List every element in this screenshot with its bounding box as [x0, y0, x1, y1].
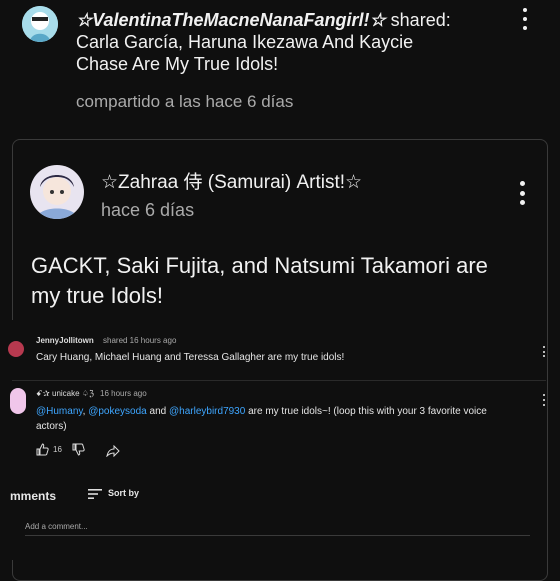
separator: and: [146, 406, 169, 417]
comments-header-title: mments: [10, 489, 57, 503]
inner-comment-text: @Humany, @pokeysoda and @harleybird7930 …: [36, 404, 536, 434]
post-time: hace 6 días: [101, 200, 195, 220]
shared-post-title-2: Chase Are My True Idols!: [76, 54, 279, 74]
post-author-avatar[interactable]: [30, 165, 84, 219]
inner-comment-line2: actors): [36, 421, 67, 432]
post-menu-dots-icon[interactable]: [519, 181, 525, 205]
sharer-avatar[interactable]: [22, 6, 58, 42]
mention-humany: @Humany: [36, 406, 83, 417]
shared-time: compartido a las hace 6 días: [76, 92, 294, 111]
preview-avatar: [8, 341, 24, 357]
post-author-name[interactable]: ☆Zahraa 侍 (Samurai) Artist!☆: [101, 167, 362, 194]
add-comment-input: Add a comment...: [25, 522, 530, 536]
preview-meta: shared 16 hours ago: [103, 336, 177, 345]
sort-icon: [88, 487, 102, 505]
sharer-avatar-image: [22, 6, 58, 42]
inner-comment-menu-dots-icon: [542, 394, 545, 406]
divider: [12, 380, 546, 381]
inner-comment-author: ꗃ✰ unicake ♤ℨ: [36, 389, 94, 398]
preview-author: JennyJollitown: [36, 336, 94, 345]
sharer-name[interactable]: ☆ValentinaTheMacneNanaFangirl!☆: [76, 10, 386, 30]
sort-by-label: Sort by: [108, 488, 140, 498]
shared-post-title-1: Carla García, Haruna Ikezawa And Kaycie: [76, 32, 414, 52]
post-text-line2: my true Idols!: [31, 283, 164, 308]
share-title-line1: ☆ValentinaTheMacneNanaFangirl!☆ shared:: [76, 9, 546, 31]
mention-pokeysoda: @pokeysoda: [88, 406, 147, 417]
shared-label: shared:: [385, 10, 451, 30]
mention-harleybird: @harleybird7930: [169, 406, 246, 417]
post-text-line1: GACKT, Saki Fujita, and Natsumi Takamori…: [31, 253, 488, 278]
inner-comment-line1: @Humany, @pokeysoda and @harleybird7930 …: [36, 404, 536, 419]
inner-comment-rest: are my true idols~! (loop this with your…: [245, 406, 487, 417]
share-icon: [106, 444, 120, 462]
like-count: 16: [53, 445, 62, 454]
post-text: GACKT, Saki Fujita, and Natsumi Takamori…: [31, 251, 531, 311]
post-author-avatar-image: [30, 165, 84, 219]
thumbs-up-icon: [36, 443, 49, 461]
preview-text: Cary Huang, Michael Huang and Teressa Ga…: [36, 352, 345, 363]
thumbs-down-icon: [72, 443, 85, 461]
inner-comment-time: 16 hours ago: [100, 389, 147, 398]
preview-menu-dots-icon: [542, 346, 545, 357]
inner-comment-avatar: [10, 388, 26, 414]
share-menu-dots-icon[interactable]: [522, 8, 528, 30]
share-header: ☆ValentinaTheMacneNanaFangirl!☆ shared: …: [76, 9, 546, 75]
